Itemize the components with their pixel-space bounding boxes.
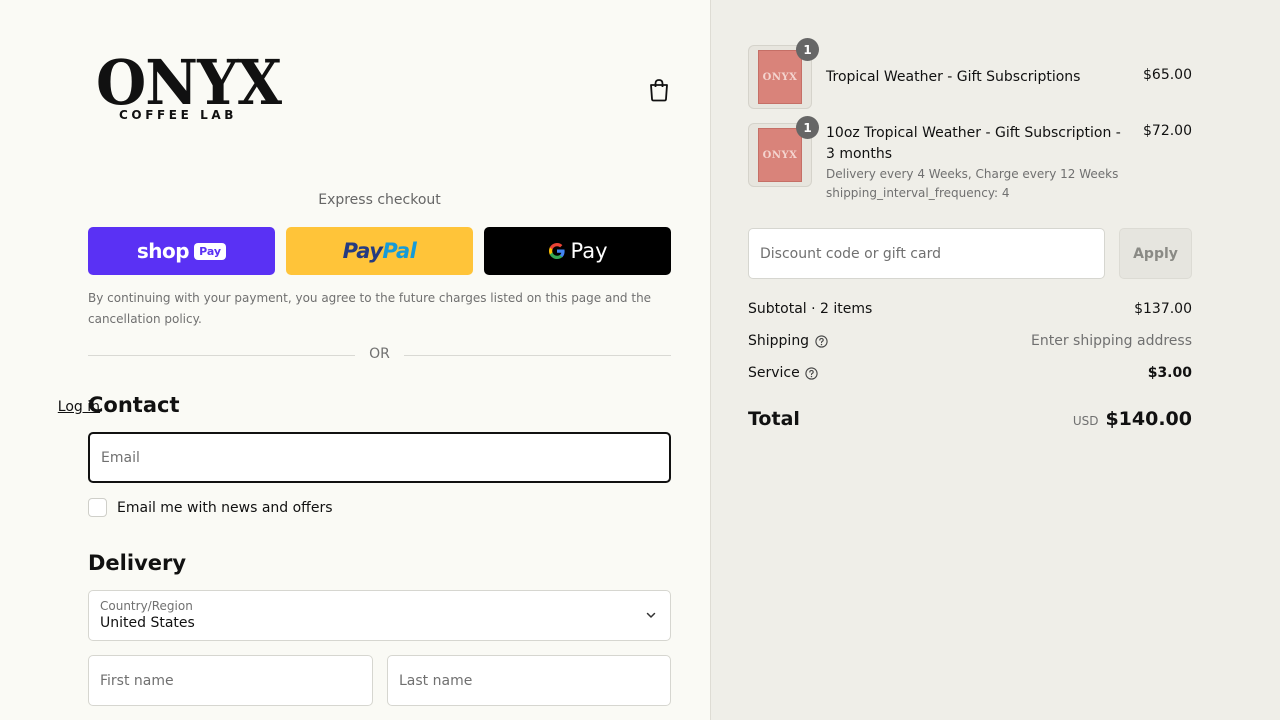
shop-pay-button[interactable]: shop Pay [88, 227, 275, 275]
discount-code-input[interactable] [749, 229, 1104, 278]
log-in-link[interactable]: Log in [58, 399, 100, 415]
help-circle-icon[interactable] [815, 334, 828, 348]
or-divider: OR [88, 345, 671, 365]
google-pay-word: Pay [570, 239, 608, 263]
or-divider-text: OR [369, 346, 390, 362]
google-pay-mark: Pay [547, 239, 608, 263]
paypal-word-pay: Pay [342, 239, 383, 263]
discount-code-field[interactable] [748, 228, 1105, 279]
product-image: ONYX [758, 128, 802, 182]
item-frequency-meta: shipping_interval_frequency: 4 [826, 186, 1010, 200]
paypal-button[interactable]: PayPal [286, 227, 473, 275]
total-currency: USD [1072, 414, 1099, 428]
quantity-badge: 1 [796, 116, 819, 139]
item-price: $72.00 [1143, 123, 1192, 139]
subtotal-label: Subtotal · 2 items [748, 301, 873, 317]
country-select[interactable]: Country/Region United States [88, 590, 671, 641]
email-input[interactable] [90, 434, 669, 481]
total-value-group: USD $140.00 [1073, 408, 1192, 430]
logo-wordmark: ONYX [96, 46, 282, 119]
product-image: ONYX [758, 50, 802, 104]
subtotal-value: $137.00 [1134, 301, 1192, 317]
last-name-field[interactable] [387, 655, 671, 706]
shipping-label-group: Shipping [748, 333, 828, 349]
help-circle-icon[interactable] [805, 366, 818, 380]
first-name-input[interactable] [89, 656, 372, 705]
cart-item: ONYX 1 10oz Tropical Weather - Gift Subs… [748, 116, 1192, 207]
paypal-word-pal: Pal [382, 239, 417, 263]
country-select-label: Country/Region [100, 599, 193, 613]
quantity-badge: 1 [796, 38, 819, 61]
checkout-form-panel: ONYX COFFEE LAB Express checkout shop Pa… [0, 0, 710, 720]
country-select-value: United States [100, 615, 195, 631]
first-name-field[interactable] [88, 655, 373, 706]
service-value: $3.00 [1147, 365, 1192, 381]
express-checkout-title: Express checkout [318, 192, 441, 208]
service-label-group: Service [748, 365, 818, 381]
newsletter-label: Email me with news and offers [117, 499, 333, 516]
shipping-label: Shipping [748, 333, 810, 349]
total-amount: $140.00 [1105, 408, 1192, 430]
total-label: Total [748, 408, 800, 430]
service-label: Service [748, 365, 800, 381]
divider-line-right [404, 355, 671, 356]
shop-pay-pill: Pay [194, 242, 227, 260]
shipping-value: Enter shipping address [1031, 333, 1192, 349]
delivery-heading: Delivery [88, 551, 187, 575]
logo-subtitle: COFFEE LAB [119, 108, 238, 122]
newsletter-checkbox-row[interactable]: Email me with news and offers [88, 498, 333, 517]
item-title: Tropical Weather - Gift Subscriptions [826, 69, 1081, 85]
shop-pay-wordmark: shop [136, 239, 190, 263]
item-title: 10oz Tropical Weather - Gift Subscriptio… [826, 125, 1121, 162]
apply-discount-button[interactable]: Apply [1119, 228, 1192, 279]
last-name-input[interactable] [388, 656, 670, 705]
cart-item: ONYX 1 Tropical Weather - Gift Subscript… [748, 38, 1192, 109]
newsletter-checkbox[interactable] [88, 498, 107, 517]
google-pay-button[interactable]: Pay [484, 227, 671, 275]
contact-heading: Contact [88, 393, 180, 417]
google-g-icon [549, 243, 566, 259]
item-price: $65.00 [1143, 67, 1192, 83]
shopping-bag-icon[interactable] [648, 78, 670, 102]
email-field[interactable] [88, 432, 671, 483]
onyx-logo[interactable]: ONYX COFFEE LAB [96, 52, 290, 126]
chevron-down-icon [646, 612, 656, 618]
payment-consent-text: By continuing with your payment, you agr… [88, 291, 652, 326]
paypal-wordmark: PayPal [343, 239, 417, 263]
item-delivery-meta: Delivery every 4 Weeks, Charge every 12 … [826, 167, 1119, 181]
